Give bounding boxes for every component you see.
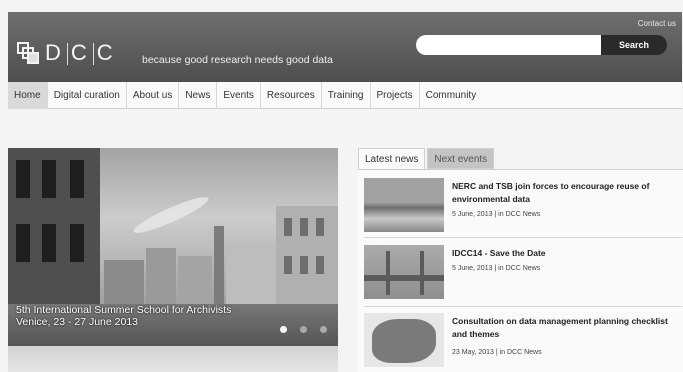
logo-text: DCC: [45, 40, 116, 66]
news-thumbnail[interactable]: [364, 313, 444, 367]
slide-building: [226, 244, 278, 310]
slide-caption[interactable]: 5th International Summer School for Arch…: [16, 304, 231, 328]
news-tabs: Latest news Next events: [358, 148, 495, 169]
nav-item-projects[interactable]: Projects: [371, 81, 420, 109]
slide-dot-2[interactable]: [300, 326, 307, 333]
slide-building: [178, 256, 212, 310]
slide-dot-1[interactable]: [280, 326, 287, 333]
slide-building: [104, 260, 144, 310]
slide-caption-date: Venice, 23 - 27 June 2013: [16, 316, 139, 328]
news-item[interactable]: NERC and TSB join forces to encourage re…: [364, 178, 682, 238]
news-panel: NERC and TSB join forces to encourage re…: [358, 169, 683, 372]
news-title[interactable]: NERC and TSB join forces to encourage re…: [452, 180, 680, 206]
news-thumbnail[interactable]: [364, 178, 444, 232]
news-meta: 5 June, 2013 | in DCC News: [452, 265, 541, 272]
featured-slider[interactable]: 5th International Summer School for Arch…: [8, 148, 338, 346]
main-nav: Home Digital curation About us News Even…: [8, 81, 682, 109]
news-meta: 23 May, 2013 | in DCC News: [452, 349, 542, 356]
nav-item-news[interactable]: News: [179, 81, 218, 109]
dcc-logo[interactable]: DCC: [17, 40, 116, 66]
contact-us-link[interactable]: Contact us: [638, 19, 676, 28]
nav-item-home[interactable]: Home: [8, 81, 48, 109]
slide-caption-title: 5th International Summer School for Arch…: [16, 304, 232, 316]
nav-item-community[interactable]: Community: [420, 82, 483, 109]
news-item[interactable]: IDCC14 - Save the Date 5 June, 2013 | in…: [364, 245, 682, 305]
news-thumbnail[interactable]: [364, 245, 444, 299]
news-title[interactable]: IDCC14 - Save the Date: [452, 247, 680, 260]
nav-item-digital-curation[interactable]: Digital curation: [48, 81, 127, 109]
news-divider: [364, 237, 682, 238]
nav-item-events[interactable]: Events: [217, 81, 261, 109]
news-meta: 5 June, 2013 | in DCC News: [452, 211, 541, 218]
slide-tower: [214, 226, 224, 310]
tab-next-events[interactable]: Next events: [427, 148, 495, 169]
slide-dot-3[interactable]: [320, 326, 327, 333]
tab-latest-news[interactable]: Latest news: [358, 148, 426, 169]
nav-item-training[interactable]: Training: [322, 81, 371, 109]
slide-building: [146, 248, 176, 310]
news-divider: [364, 306, 682, 307]
search-button[interactable]: Search: [601, 35, 667, 55]
nav-item-about-us[interactable]: About us: [127, 81, 180, 109]
news-title[interactable]: Consultation on data management planning…: [452, 315, 680, 341]
news-item[interactable]: Consultation on data management planning…: [364, 313, 682, 372]
slide-cloud: [130, 191, 212, 239]
nav-item-resources[interactable]: Resources: [261, 81, 322, 109]
search-input[interactable]: [416, 35, 604, 55]
dcc-logo-icon: [17, 42, 39, 64]
tagline: because good research needs good data: [142, 54, 333, 66]
slider-next-image: [8, 346, 338, 372]
